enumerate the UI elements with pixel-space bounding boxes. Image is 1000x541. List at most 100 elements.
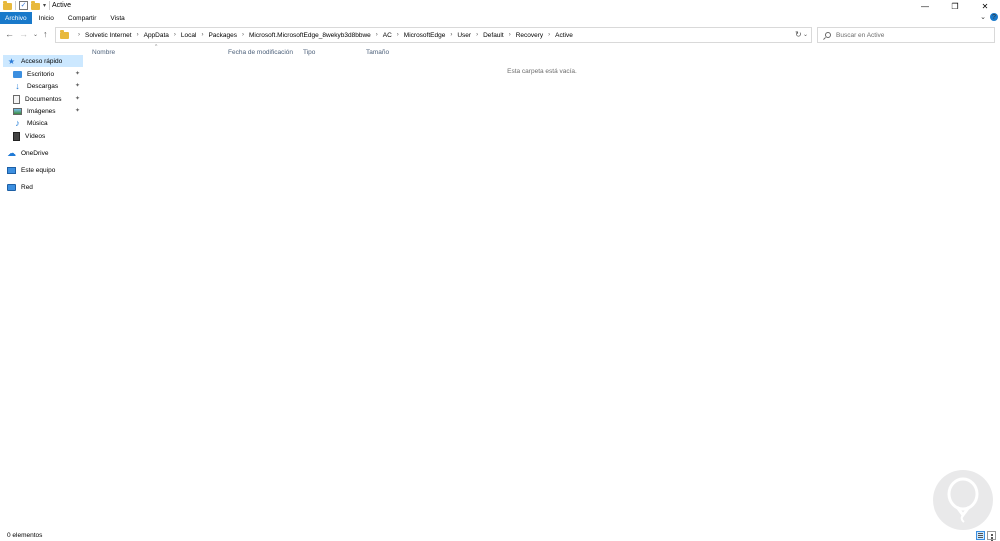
breadcrumb-item[interactable]: AppData: [144, 32, 169, 39]
nav-item-musica[interactable]: ♪ Música: [3, 117, 83, 129]
network-icon: [7, 183, 16, 191]
pin-icon: ✦: [74, 96, 80, 102]
search-icon: [825, 32, 831, 38]
balloon-logo-icon: [947, 477, 979, 523]
column-header-tamano[interactable]: Tamaño: [366, 49, 389, 56]
address-bar[interactable]: › Solvetic Internet › AppData › Local › …: [55, 27, 812, 43]
properties-icon[interactable]: ✓: [19, 1, 28, 10]
window-title: Active: [52, 2, 72, 9]
chevron-right-icon[interactable]: ›: [397, 32, 399, 38]
status-bar: 0 elementos: [0, 530, 1000, 541]
view-buttons: [976, 531, 996, 541]
breadcrumb-item[interactable]: User: [457, 32, 471, 39]
navigation-buttons: ← → ⌄ ↑: [5, 29, 48, 39]
nav-item-onedrive[interactable]: ☁ OneDrive: [3, 147, 83, 159]
chevron-right-icon[interactable]: ›: [548, 32, 550, 38]
music-icon: ♪: [15, 117, 20, 128]
address-row: ← → ⌄ ↑ › Solvetic Internet › AppData › …: [0, 26, 1000, 44]
chevron-right-icon[interactable]: ›: [509, 32, 511, 38]
chevron-right-icon[interactable]: ›: [78, 32, 80, 38]
breadcrumb-item[interactable]: Local: [181, 32, 197, 39]
column-header-tipo[interactable]: Tipo: [303, 49, 315, 56]
ribbon-tabs: Archivo Inicio Compartir Vista ⌄ ?: [0, 12, 1000, 24]
divider: [49, 1, 51, 10]
breadcrumb: › Solvetic Internet › AppData › Local › …: [73, 32, 573, 39]
breadcrumb-item[interactable]: Microsoft.MicrosoftEdge_8wekyb3d8bbwe: [249, 32, 371, 39]
pin-icon: ✦: [74, 108, 80, 114]
breadcrumb-item[interactable]: AC: [383, 32, 392, 39]
chevron-right-icon[interactable]: ›: [242, 32, 244, 38]
nav-label: Música: [27, 119, 48, 127]
search-input[interactable]: Buscar en Active: [817, 27, 995, 43]
up-icon[interactable]: ↑: [43, 29, 48, 39]
nav-label: Imágenes: [27, 107, 56, 115]
download-icon: ↓: [15, 80, 20, 91]
help-icon[interactable]: ?: [990, 13, 998, 21]
cloud-icon: ☁: [7, 147, 16, 158]
details-view-button[interactable]: [976, 531, 985, 540]
nav-label: Documentos: [25, 95, 62, 103]
recent-locations-icon[interactable]: ⌄: [33, 31, 38, 38]
breadcrumb-item[interactable]: Recovery: [516, 32, 543, 39]
chevron-right-icon[interactable]: ›: [376, 32, 378, 38]
expand-ribbon-icon[interactable]: ⌄: [980, 13, 986, 21]
minimize-button[interactable]: —: [910, 0, 940, 12]
back-icon[interactable]: ←: [5, 29, 14, 39]
title-bar: ✓ ▾ Active — ❐ ✕: [0, 0, 1000, 12]
nav-item-this-pc[interactable]: Este equipo: [3, 164, 83, 176]
folder-icon: [3, 0, 12, 10]
sort-indicator-icon: ^: [155, 44, 158, 50]
breadcrumb-item[interactable]: MicrosoftEdge: [404, 32, 446, 39]
breadcrumb-item[interactable]: Packages: [208, 32, 237, 39]
nav-label: Red: [21, 183, 33, 191]
item-count: 0 elementos: [7, 532, 43, 539]
maximize-button[interactable]: ❐: [940, 0, 970, 12]
tab-archivo[interactable]: Archivo: [0, 12, 32, 24]
breadcrumb-item[interactable]: Active: [555, 32, 573, 39]
window-controls: — ❐ ✕: [910, 0, 1000, 12]
new-folder-icon[interactable]: [31, 0, 40, 10]
breadcrumb-item[interactable]: Default: [483, 32, 504, 39]
tab-vista[interactable]: Vista: [103, 12, 131, 24]
column-header-fecha[interactable]: Fecha de modificación: [228, 49, 293, 56]
desktop-icon: [13, 70, 22, 78]
documents-icon: [13, 94, 20, 104]
quick-access-toolbar: ✓ ▾: [3, 0, 51, 10]
nav-label: Descargas: [27, 82, 59, 90]
chevron-right-icon[interactable]: ›: [201, 32, 203, 38]
pictures-icon: [13, 107, 22, 115]
refresh-icon[interactable]: ↻: [795, 30, 802, 39]
nav-item-quick-access[interactable]: ★ Acceso rápido: [3, 55, 83, 67]
nav-item-descargas[interactable]: ↓ Descargas ✦: [3, 80, 83, 92]
chevron-right-icon[interactable]: ›: [137, 32, 139, 38]
address-dropdown-icon[interactable]: ⌄: [803, 31, 808, 38]
nav-item-documentos[interactable]: Documentos ✦: [3, 93, 83, 105]
ribbon-right-controls: ⌄ ?: [980, 13, 998, 21]
empty-folder-message: Esta carpeta está vacía.: [507, 68, 577, 75]
nav-label: Escritorio: [27, 70, 55, 78]
nav-item-videos[interactable]: Vídeos: [3, 130, 83, 142]
tab-inicio[interactable]: Inicio: [32, 12, 61, 24]
large-icons-view-button[interactable]: [987, 531, 996, 541]
nav-item-network[interactable]: Red: [3, 181, 83, 193]
chevron-right-icon[interactable]: ›: [450, 32, 452, 38]
nav-label: Acceso rápido: [21, 57, 63, 65]
watermark-logo: [933, 470, 993, 530]
column-header-nombre[interactable]: Nombre: [92, 49, 115, 56]
close-button[interactable]: ✕: [970, 0, 1000, 12]
nav-item-imagenes[interactable]: Imágenes ✦: [3, 105, 83, 117]
tab-compartir[interactable]: Compartir: [61, 12, 104, 24]
pin-icon: ✦: [74, 83, 80, 89]
chevron-right-icon[interactable]: ›: [476, 32, 478, 38]
nav-item-escritorio[interactable]: Escritorio ✦: [3, 68, 83, 80]
breadcrumb-item[interactable]: Solvetic Internet: [85, 32, 132, 39]
chevron-right-icon[interactable]: ›: [174, 32, 176, 38]
search-placeholder: Buscar en Active: [836, 31, 885, 39]
nav-label: Vídeos: [25, 132, 46, 140]
nav-label: OneDrive: [21, 149, 49, 157]
customize-qat-icon[interactable]: ▾: [43, 2, 46, 9]
nav-label: Este equipo: [21, 166, 56, 174]
folder-icon: [60, 30, 69, 39]
videos-icon: [13, 131, 20, 141]
forward-icon[interactable]: →: [19, 29, 28, 39]
